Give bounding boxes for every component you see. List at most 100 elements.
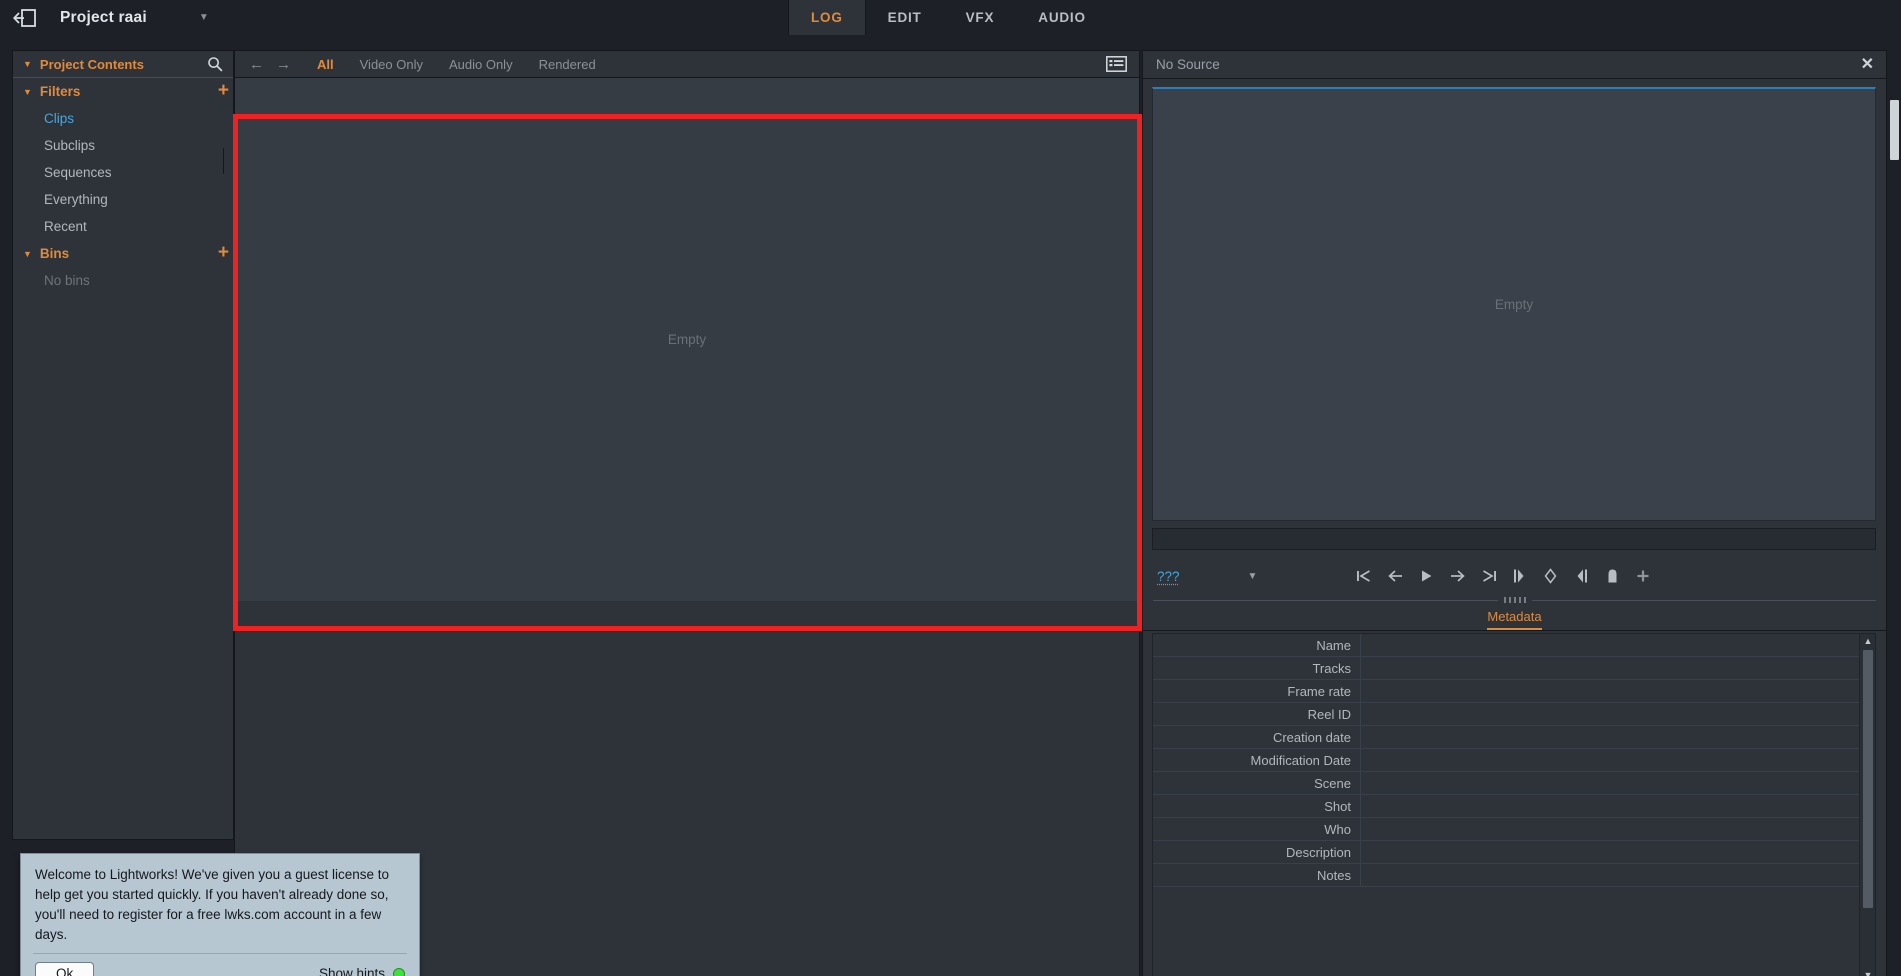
hints-led-icon[interactable]: [393, 967, 405, 976]
delete-mark-icon[interactable]: [1603, 567, 1621, 585]
metadata-label-notes: Notes: [1153, 864, 1361, 886]
go-to-end-icon[interactable]: [1479, 567, 1497, 585]
lightworks-window: Project raai ▼ LOG EDIT VFX AUDIO ▼ Proj…: [0, 0, 1901, 976]
sidebar-header[interactable]: ▼ Project Contents: [13, 51, 233, 78]
project-contents-sidebar: ▼ Project Contents ▼ Filters + Clips Sub…: [12, 50, 234, 840]
sidebar-item-sequences[interactable]: Sequences: [13, 159, 233, 186]
table-row[interactable]: Frame rate: [1153, 680, 1875, 703]
table-row[interactable]: Creation date: [1153, 726, 1875, 749]
source-title: No Source: [1156, 57, 1220, 72]
metadata-value-description[interactable]: [1361, 841, 1875, 863]
chevron-down-icon[interactable]: ▼: [1248, 571, 1258, 582]
table-row[interactable]: Notes: [1153, 864, 1875, 887]
source-empty-label: Empty: [1494, 297, 1534, 312]
go-to-start-icon[interactable]: [1355, 567, 1373, 585]
table-row[interactable]: Description: [1153, 841, 1875, 864]
chevron-down-icon[interactable]: ▼: [23, 249, 32, 259]
add-cue-icon[interactable]: [1634, 567, 1652, 585]
window-scrollbar-thumb[interactable]: [1890, 100, 1899, 160]
exit-icon[interactable]: [12, 7, 38, 29]
bin-filter-rendered[interactable]: Rendered: [539, 57, 596, 72]
metadata-label-shot: Shot: [1153, 795, 1361, 817]
metadata-value-scene[interactable]: [1361, 772, 1875, 794]
show-hints-control[interactable]: Show hints: [319, 966, 405, 976]
source-header: No Source ✕: [1143, 51, 1886, 79]
add-filter-button[interactable]: +: [218, 81, 229, 101]
metadata-value-name[interactable]: [1361, 634, 1875, 656]
metadata-label-reel-id: Reel ID: [1153, 703, 1361, 725]
metadata-label-scene: Scene: [1153, 772, 1361, 794]
nav-back-icon[interactable]: ←: [249, 57, 264, 72]
top-bar: Project raai ▼ LOG EDIT VFX AUDIO: [0, 0, 1901, 35]
ok-button[interactable]: Ok: [35, 962, 95, 976]
grip-dots: [1497, 597, 1532, 603]
project-dropdown-caret[interactable]: ▼: [199, 12, 209, 23]
metadata-value-who[interactable]: [1361, 818, 1875, 840]
metadata-scrollbar[interactable]: ▲ ▼: [1859, 634, 1875, 976]
scroll-down-icon[interactable]: ▼: [1860, 968, 1875, 976]
sidebar-item-recent[interactable]: Recent: [13, 213, 233, 240]
nav-forward-icon[interactable]: →: [276, 57, 291, 72]
scrollbar-thumb[interactable]: [1863, 650, 1873, 908]
tab-edit[interactable]: EDIT: [866, 0, 944, 35]
sidebar-item-clips[interactable]: Clips: [13, 105, 233, 132]
table-row[interactable]: Tracks: [1153, 657, 1875, 680]
timecode-field[interactable]: ???: [1157, 569, 1180, 584]
bin-filter-audio-only[interactable]: Audio Only: [449, 57, 513, 72]
chevron-down-icon[interactable]: ▼: [23, 59, 32, 69]
table-row[interactable]: Reel ID: [1153, 703, 1875, 726]
play-icon[interactable]: [1417, 567, 1435, 585]
metadata-value-shot[interactable]: [1361, 795, 1875, 817]
metadata-label-tracks: Tracks: [1153, 657, 1361, 679]
tab-audio[interactable]: AUDIO: [1016, 0, 1108, 35]
list-view-icon[interactable]: [1105, 55, 1127, 72]
sidebar-item-everything[interactable]: Everything: [13, 186, 233, 213]
mark-out-icon[interactable]: [1572, 567, 1590, 585]
tab-metadata[interactable]: Metadata: [1487, 609, 1542, 631]
bin-filter-all[interactable]: All: [317, 57, 334, 72]
sidebar-item-subclips[interactable]: Subclips: [13, 132, 233, 159]
table-row[interactable]: Modification Date: [1153, 749, 1875, 772]
metadata-value-reel-id[interactable]: [1361, 703, 1875, 725]
metadata-label-frame-rate: Frame rate: [1153, 680, 1361, 702]
metadata-label-name: Name: [1153, 634, 1361, 656]
search-icon[interactable]: [207, 56, 223, 72]
window-scrollbar[interactable]: [1887, 35, 1901, 976]
bin-empty-area[interactable]: Empty: [235, 78, 1139, 601]
metadata-value-frame-rate[interactable]: [1361, 680, 1875, 702]
table-row[interactable]: Who: [1153, 818, 1875, 841]
step-back-icon[interactable]: [1386, 567, 1404, 585]
bin-filter-video-only[interactable]: Video Only: [360, 57, 423, 72]
transport-controls: [1355, 567, 1652, 585]
table-row[interactable]: Shot: [1153, 795, 1875, 818]
metadata-label-modification-date: Modification Date: [1153, 749, 1361, 771]
metadata-value-notes[interactable]: [1361, 864, 1875, 886]
project-title: Project raai: [60, 8, 147, 26]
scrub-bar[interactable]: [1152, 528, 1876, 550]
source-viewer[interactable]: Empty: [1152, 87, 1876, 521]
mode-tabs: LOG EDIT VFX AUDIO: [788, 0, 1108, 35]
welcome-message: Welcome to Lightworks! We've given you a…: [35, 867, 390, 942]
sidebar-group-filters[interactable]: ▼ Filters +: [13, 78, 233, 105]
transport-row: ??? ▼: [1143, 556, 1886, 596]
step-forward-icon[interactable]: [1448, 567, 1466, 585]
chevron-down-icon[interactable]: ▼: [23, 87, 32, 97]
mark-cut-icon[interactable]: [1541, 567, 1559, 585]
close-icon[interactable]: ✕: [1861, 55, 1874, 74]
show-hints-label: Show hints: [318, 966, 385, 976]
table-row[interactable]: Scene: [1153, 772, 1875, 795]
metadata-tabbar: Metadata: [1143, 604, 1886, 631]
tab-vfx[interactable]: VFX: [944, 0, 1017, 35]
metadata-value-tracks[interactable]: [1361, 657, 1875, 679]
sidebar-group-bins[interactable]: ▼ Bins +: [13, 240, 233, 267]
metadata-value-creation-date[interactable]: [1361, 726, 1875, 748]
mark-in-icon[interactable]: [1510, 567, 1528, 585]
metadata-tabbar-divider: [1143, 630, 1886, 631]
add-bin-button[interactable]: +: [218, 243, 229, 263]
scroll-up-icon[interactable]: ▲: [1860, 634, 1875, 648]
source-viewer-wrap: Empty: [1152, 87, 1876, 521]
tab-log[interactable]: LOG: [788, 0, 866, 35]
metadata-value-modification-date[interactable]: [1361, 749, 1875, 771]
table-row[interactable]: Name: [1153, 634, 1875, 657]
bin-toolbar: ← → All Video Only Audio Only Rendered: [235, 51, 1139, 78]
